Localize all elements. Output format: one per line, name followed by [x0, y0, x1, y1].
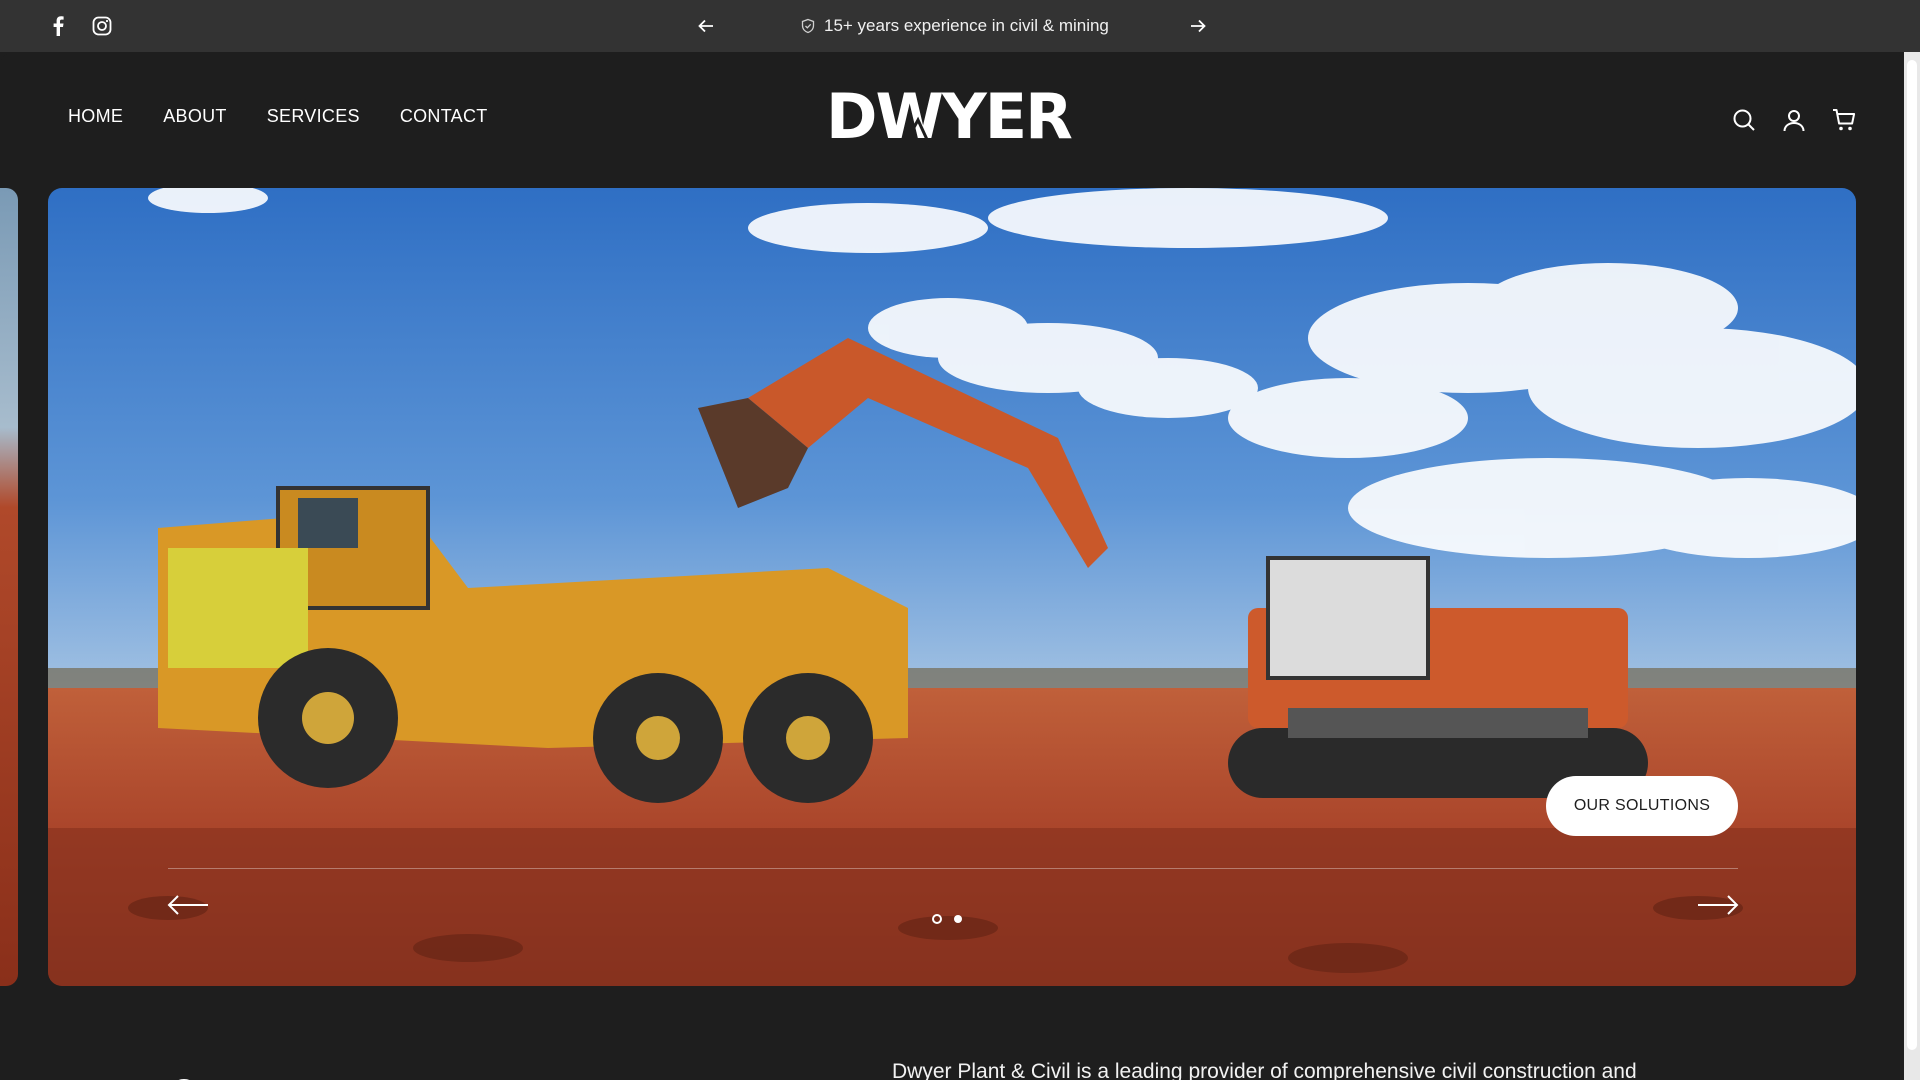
main-nav: HOME ABOUT SERVICES CONTACT [68, 106, 488, 127]
facebook-icon[interactable] [46, 14, 70, 38]
slide-indicators [932, 914, 962, 924]
our-solutions-button[interactable]: OUR SOLUTIONS [1546, 776, 1738, 836]
previous-slide-peek [0, 188, 18, 986]
announcement-prev-button[interactable] [694, 14, 718, 38]
search-icon[interactable] [1730, 106, 1758, 134]
nav-home[interactable]: HOME [68, 106, 123, 127]
nav-services[interactable]: SERVICES [267, 106, 360, 127]
site-logo[interactable]: DWYER [826, 80, 1078, 153]
hero-slideshow: OUR SOLUTIONS [48, 188, 1856, 986]
nav-about[interactable]: ABOUT [163, 106, 227, 127]
instagram-icon[interactable] [90, 14, 114, 38]
arrow-left-icon [698, 19, 713, 33]
nav-contact[interactable]: CONTACT [400, 106, 488, 127]
arrow-right-icon [1191, 19, 1206, 33]
hero-prev-button[interactable] [166, 893, 210, 917]
slide-dot-1[interactable] [932, 914, 942, 924]
announcement-text: 15+ years experience in civil & mining [824, 16, 1109, 35]
shield-check-icon [801, 18, 815, 34]
svg-text:DWYER: DWYER [826, 84, 1072, 150]
long-arrow-left-icon [167, 895, 208, 915]
hero-next-button[interactable] [1696, 893, 1740, 917]
hero-image [48, 188, 1856, 986]
announcement-message: 15+ years experience in civil & mining [800, 0, 1109, 52]
intro-paragraph: Dwyer Plant & Civil is a leading provide… [892, 1060, 1637, 1080]
hero-divider [168, 868, 1738, 869]
cart-icon[interactable] [1830, 106, 1858, 134]
long-arrow-right-icon [1698, 895, 1739, 915]
scrollbar-thumb[interactable] [1907, 60, 1917, 1050]
slide-dot-2[interactable] [954, 915, 962, 923]
section-decoration [178, 1079, 190, 1080]
announcement-bar: 15+ years experience in civil & mining [0, 0, 1920, 52]
announcement-next-button[interactable] [1186, 14, 1210, 38]
account-icon[interactable] [1780, 106, 1808, 134]
